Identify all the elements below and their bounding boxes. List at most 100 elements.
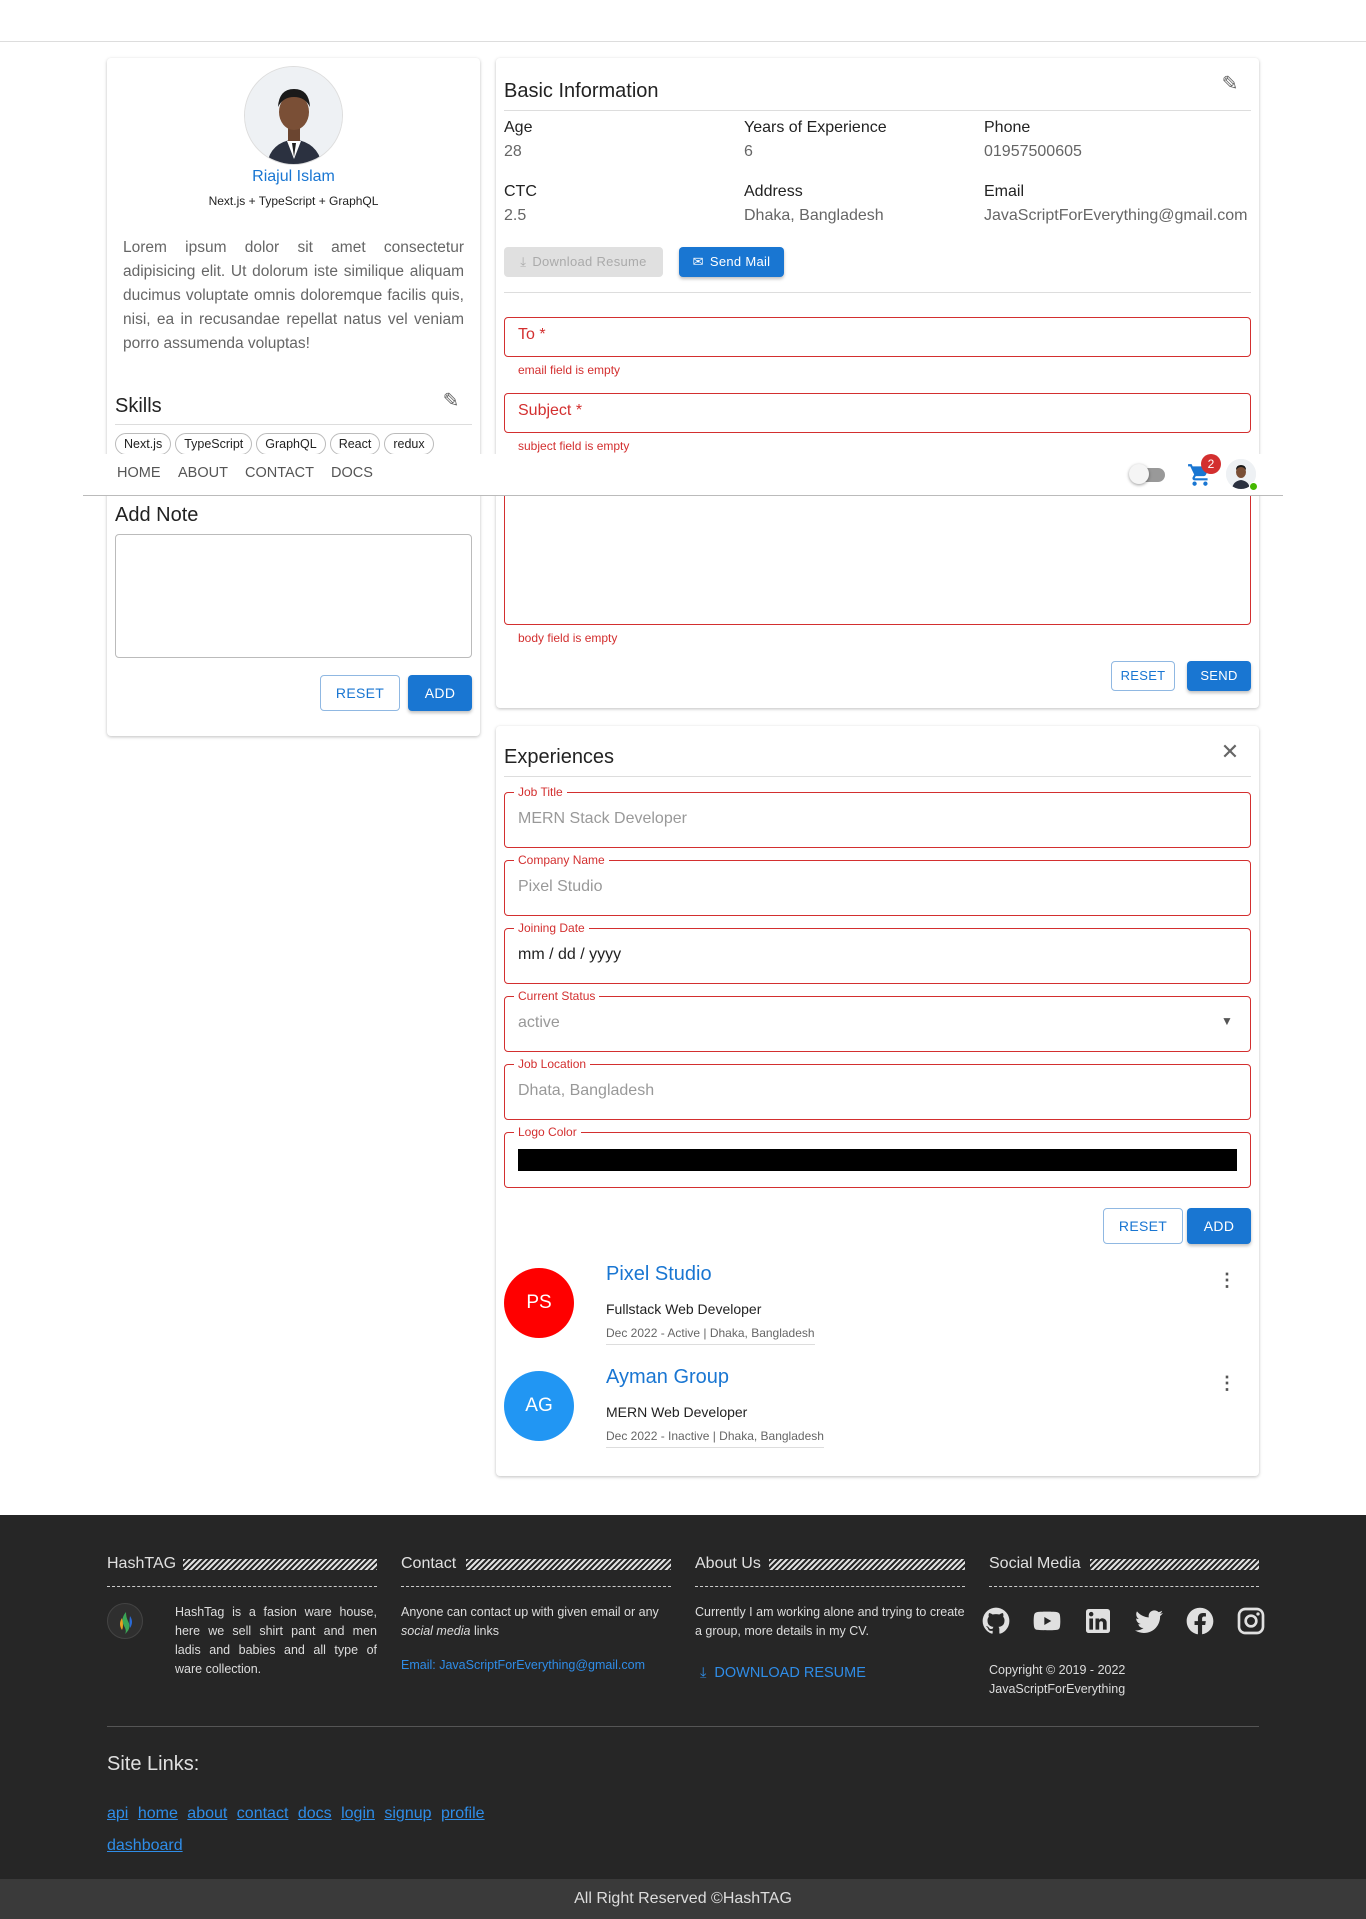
copyright-line-1: Copyright © 2019 - 2022 <box>989 1663 1126 1677</box>
download-resume-label: Download Resume <box>532 254 647 269</box>
footer-social-title: Social Media <box>989 1555 1081 1572</box>
hashtag-logo-icon[interactable] <box>107 1603 143 1639</box>
skill-chip[interactable]: TypeScript <box>175 433 253 455</box>
experience-role: Fullstack Web Developer <box>606 1301 762 1317</box>
experience-label: Years of Experience <box>744 119 887 136</box>
nav-link-contact[interactable]: CONTACT <box>245 465 314 481</box>
nav-link-docs[interactable]: DOCS <box>331 465 373 481</box>
edit-skills-icon[interactable]: ✎ <box>439 389 463 413</box>
mail-reset-button[interactable]: RESET <box>1111 661 1175 691</box>
footer: HashTAG HashTag is a fasion ware house, … <box>0 1515 1366 1879</box>
hatch-divider <box>769 1559 965 1570</box>
experience-company[interactable]: Ayman Group <box>606 1366 729 1389</box>
joining-date-field[interactable]: Joining Date mm / dd / yyyy <box>504 921 1251 984</box>
company-name-label: Company Name <box>514 853 609 867</box>
nav-link-home[interactable]: HOME <box>117 465 161 481</box>
current-status-select[interactable]: Current Status active ▼ <box>504 989 1251 1052</box>
github-icon[interactable] <box>980 1605 1012 1637</box>
theme-toggle-thumb[interactable] <box>1129 464 1149 484</box>
info-divider <box>504 110 1251 111</box>
experience-reset-button[interactable]: RESET <box>1103 1208 1183 1244</box>
twitter-icon[interactable] <box>1133 1605 1165 1637</box>
hatch-divider <box>466 1559 671 1570</box>
logo-color-swatch[interactable] <box>518 1149 1237 1171</box>
email-value: JavaScriptForEverything@gmail.com <box>984 207 1248 224</box>
add-note-title: Add Note <box>115 504 199 526</box>
subject-field[interactable]: Subject * <box>504 393 1251 433</box>
edit-info-icon[interactable]: ✎ <box>1218 72 1242 96</box>
site-link-profile[interactable]: profile <box>441 1805 485 1822</box>
experiences-divider <box>504 776 1251 777</box>
job-location-placeholder: Dhata, Bangladesh <box>518 1082 655 1099</box>
ctc-label: CTC <box>504 183 537 200</box>
youtube-icon[interactable] <box>1031 1605 1063 1637</box>
subject-field-label: Subject * <box>518 402 583 419</box>
footer-hashtag-text: HashTag is a fasion ware house, here we … <box>175 1605 377 1676</box>
footer-hashtag-title: HashTAG <box>107 1555 177 1572</box>
job-title-field[interactable]: Job Title MERN Stack Developer <box>504 785 1251 848</box>
company-avatar: AG <box>504 1371 574 1441</box>
send-mail-button[interactable]: ✉ Send Mail <box>679 247 784 277</box>
mail-send-button[interactable]: SEND <box>1187 661 1251 691</box>
email-label: Email <box>984 183 1025 200</box>
site-link-home[interactable]: home <box>138 1805 178 1822</box>
experience-add-button[interactable]: ADD <box>1187 1208 1251 1244</box>
dashed-divider <box>401 1586 671 1587</box>
subject-error: subject field is empty <box>518 439 630 453</box>
job-title-label: Job Title <box>514 785 567 799</box>
logo-color-field[interactable]: Logo Color <box>504 1125 1251 1188</box>
online-status-dot <box>1249 482 1258 491</box>
copyright-line-2: JavaScriptForEverything <box>989 1682 1126 1696</box>
facebook-icon[interactable] <box>1184 1605 1216 1637</box>
contact-text-part: Anyone can contact up with given email o… <box>401 1605 659 1619</box>
skill-chip[interactable]: React <box>329 433 381 455</box>
site-link-login[interactable]: login <box>341 1805 375 1822</box>
footer-download-resume-button[interactable]: ⤓ DOWNLOAD RESUME <box>700 1665 866 1681</box>
experience-meta: Dec 2022 - Active | Dhaka, Bangladesh <box>606 1326 815 1345</box>
company-name-placeholder: Pixel Studio <box>518 878 603 895</box>
to-field[interactable]: To * <box>504 317 1251 357</box>
skill-chip[interactable]: redux <box>384 433 434 455</box>
hatch-divider <box>183 1559 377 1570</box>
site-link-signup[interactable]: signup <box>384 1805 431 1822</box>
note-add-button[interactable]: ADD <box>408 675 472 711</box>
address-label: Address <box>744 183 803 200</box>
site-link-dashboard[interactable]: dashboard <box>107 1837 183 1854</box>
joining-date-value: mm / dd / yyyy <box>518 946 622 963</box>
contact-text-part: links <box>473 1624 499 1638</box>
job-title-placeholder: MERN Stack Developer <box>518 810 687 827</box>
mail-icon: ✉ <box>692 254 704 269</box>
company-name-field[interactable]: Company Name Pixel Studio <box>504 853 1251 916</box>
note-reset-button[interactable]: RESET <box>320 675 400 711</box>
instagram-icon[interactable] <box>1235 1605 1267 1637</box>
note-textarea[interactable] <box>115 534 472 658</box>
footer-divider <box>107 1726 1259 1727</box>
experience-role: MERN Web Developer <box>606 1404 748 1420</box>
profile-bio: Lorem ipsum dolor sit amet consectetur a… <box>123 239 464 352</box>
skills-chip-list: Next.js TypeScript GraphQL React redux <box>115 433 434 455</box>
skill-chip[interactable]: Next.js <box>115 433 172 455</box>
more-vert-icon[interactable]: ⋮ <box>1217 1371 1237 1395</box>
skill-chip[interactable]: GraphQL <box>256 433 326 455</box>
linkedin-icon[interactable] <box>1082 1605 1114 1637</box>
joining-date-label: Joining Date <box>514 921 589 935</box>
profile-tagline: Next.js + TypeScript + GraphQL <box>208 194 379 208</box>
job-location-label: Job Location <box>514 1057 591 1071</box>
site-link-contact[interactable]: contact <box>237 1805 289 1822</box>
job-location-field[interactable]: Job Location Dhata, Bangladesh <box>504 1057 1251 1120</box>
site-link-api[interactable]: api <box>107 1805 128 1822</box>
send-mail-label: Send Mail <box>709 254 771 269</box>
profile-name[interactable]: Riajul Islam <box>107 168 480 186</box>
mail-divider <box>504 292 1251 293</box>
download-resume-button[interactable]: ⤓ Download Resume <box>504 247 663 277</box>
close-icon[interactable]: ✕ <box>1218 740 1242 764</box>
site-link-docs[interactable]: docs <box>298 1805 332 1822</box>
experience-company[interactable]: Pixel Studio <box>606 1263 712 1286</box>
phone-value: 01957500605 <box>984 143 1082 160</box>
download-icon: ⤓ <box>520 254 527 269</box>
more-vert-icon[interactable]: ⋮ <box>1217 1268 1237 1292</box>
footer-contact-email[interactable]: Email: JavaScriptForEverything@gmail.com <box>401 1656 645 1675</box>
contact-text-emphasis: social media <box>401 1624 471 1638</box>
nav-link-about[interactable]: ABOUT <box>178 465 228 481</box>
site-link-about[interactable]: about <box>187 1805 227 1822</box>
